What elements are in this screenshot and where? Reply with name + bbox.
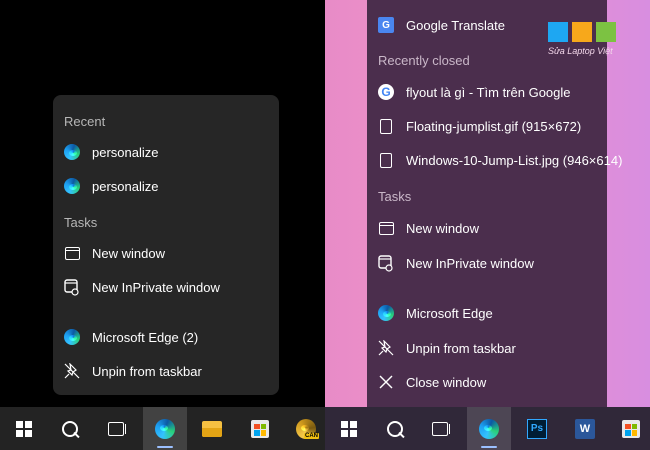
recent-header: Recent — [64, 114, 106, 129]
search-icon — [62, 420, 78, 437]
windows-start-icon — [341, 420, 357, 437]
task-view-icon — [432, 421, 450, 436]
edge-canary-taskbar-button[interactable]: CAN — [284, 407, 325, 450]
recently-closed-header: Recently closed — [378, 53, 470, 68]
app-label: Close window — [406, 374, 487, 390]
jumplist-menu: Recent personalize personalize Tasks New… — [53, 95, 279, 395]
recent-item-label: personalize — [92, 144, 159, 160]
recent-item-label: personalize — [92, 178, 159, 194]
recent-item-personalize[interactable]: personalize — [53, 137, 279, 167]
recently-closed-item[interactable]: Floating-jumplist.gif (915×672) — [367, 111, 607, 141]
tasks-header: Tasks — [64, 215, 98, 230]
microsoft-edge-app-item[interactable]: Microsoft Edge — [367, 298, 607, 328]
search-button[interactable] — [373, 407, 417, 450]
watermark-logo: Sửa Laptop Việt — [548, 22, 618, 62]
word-taskbar-button[interactable]: W — [563, 407, 607, 450]
edge-taskbar-button[interactable] — [143, 407, 187, 450]
photoshop-icon: Ps — [527, 418, 547, 439]
recently-closed-item[interactable]: Windows-10-Jump-List.jpg (946×614) — [367, 145, 622, 175]
watermark-square — [572, 22, 592, 42]
windows-10-jumplist-pane: G Google Translate Recently closed G fly… — [325, 0, 650, 450]
search-icon — [387, 420, 403, 437]
document-icon — [377, 117, 395, 135]
item-label: flyout là gì - Tìm trên Google — [406, 84, 571, 100]
edge-icon — [377, 304, 395, 322]
new-window-task[interactable]: New window — [53, 238, 279, 268]
file-explorer-taskbar-button[interactable] — [190, 407, 234, 450]
store-taskbar-button[interactable] — [609, 407, 650, 450]
edge-icon — [63, 143, 81, 161]
window-icon — [377, 219, 395, 237]
task-view-icon — [108, 421, 126, 436]
store-taskbar-button[interactable] — [238, 407, 282, 450]
unpin-icon — [63, 362, 81, 380]
new-inprivate-window-task[interactable]: New InPrivate window — [53, 272, 279, 302]
recently-closed-item[interactable]: G flyout là gì - Tìm trên Google — [367, 77, 607, 107]
inprivate-icon — [377, 254, 395, 272]
google-icon: G — [377, 83, 395, 101]
edge-icon — [63, 328, 81, 346]
app-label: Unpin from taskbar — [92, 363, 202, 379]
photoshop-taskbar-button[interactable]: Ps — [515, 407, 559, 450]
task-view-button[interactable] — [94, 407, 138, 450]
windows-start-icon — [16, 420, 32, 437]
inprivate-icon — [63, 278, 81, 296]
document-icon — [377, 151, 395, 169]
app-label: Microsoft Edge (2) — [92, 329, 199, 345]
new-window-task[interactable]: New window — [367, 213, 607, 243]
window-icon — [63, 244, 81, 262]
tasks-header: Tasks — [378, 189, 412, 204]
item-label: Windows-10-Jump-List.jpg (946×614) — [406, 152, 623, 168]
watermark-text: Sửa Laptop Việt — [548, 46, 613, 56]
task-label: New window — [92, 245, 165, 261]
start-button[interactable] — [327, 407, 371, 450]
windows-11-jumplist-pane: Recent personalize personalize Tasks New… — [0, 0, 325, 450]
microsoft-edge-app-item[interactable]: Microsoft Edge (2) — [53, 322, 279, 352]
item-label: Floating-jumplist.gif (915×672) — [406, 118, 582, 134]
close-icon — [377, 373, 395, 391]
app-label: Unpin from taskbar — [406, 340, 516, 356]
search-button[interactable] — [48, 407, 92, 450]
task-label: New InPrivate window — [406, 255, 534, 271]
edge-taskbar-button[interactable] — [467, 407, 511, 450]
edge-icon — [479, 418, 499, 439]
unpin-icon — [377, 339, 395, 357]
task-view-button[interactable] — [418, 407, 462, 450]
task-label: New window — [406, 220, 479, 236]
canary-badge: CAN — [304, 433, 319, 439]
unpin-from-taskbar-item[interactable]: Unpin from taskbar — [367, 333, 607, 363]
edge-icon — [155, 418, 175, 439]
watermark-square — [548, 22, 568, 42]
unpin-from-taskbar-item[interactable]: Unpin from taskbar — [53, 356, 279, 386]
taskbar: CAN — [0, 407, 325, 450]
taskbar: Ps W — [325, 407, 650, 450]
edge-icon — [63, 177, 81, 195]
microsoft-store-icon — [251, 419, 269, 438]
item-label: Google Translate — [406, 17, 506, 33]
file-explorer-icon — [202, 420, 222, 437]
microsoft-store-icon — [622, 419, 640, 438]
google-translate-icon: G — [377, 16, 395, 34]
start-button[interactable] — [2, 407, 46, 450]
task-label: New InPrivate window — [92, 279, 220, 295]
word-icon: W — [575, 418, 595, 439]
close-window-item[interactable]: Close window — [367, 367, 607, 397]
watermark-square — [596, 22, 616, 42]
app-label: Microsoft Edge — [406, 305, 493, 321]
recent-item-personalize[interactable]: personalize — [53, 171, 279, 201]
new-inprivate-window-task[interactable]: New InPrivate window — [367, 248, 607, 278]
